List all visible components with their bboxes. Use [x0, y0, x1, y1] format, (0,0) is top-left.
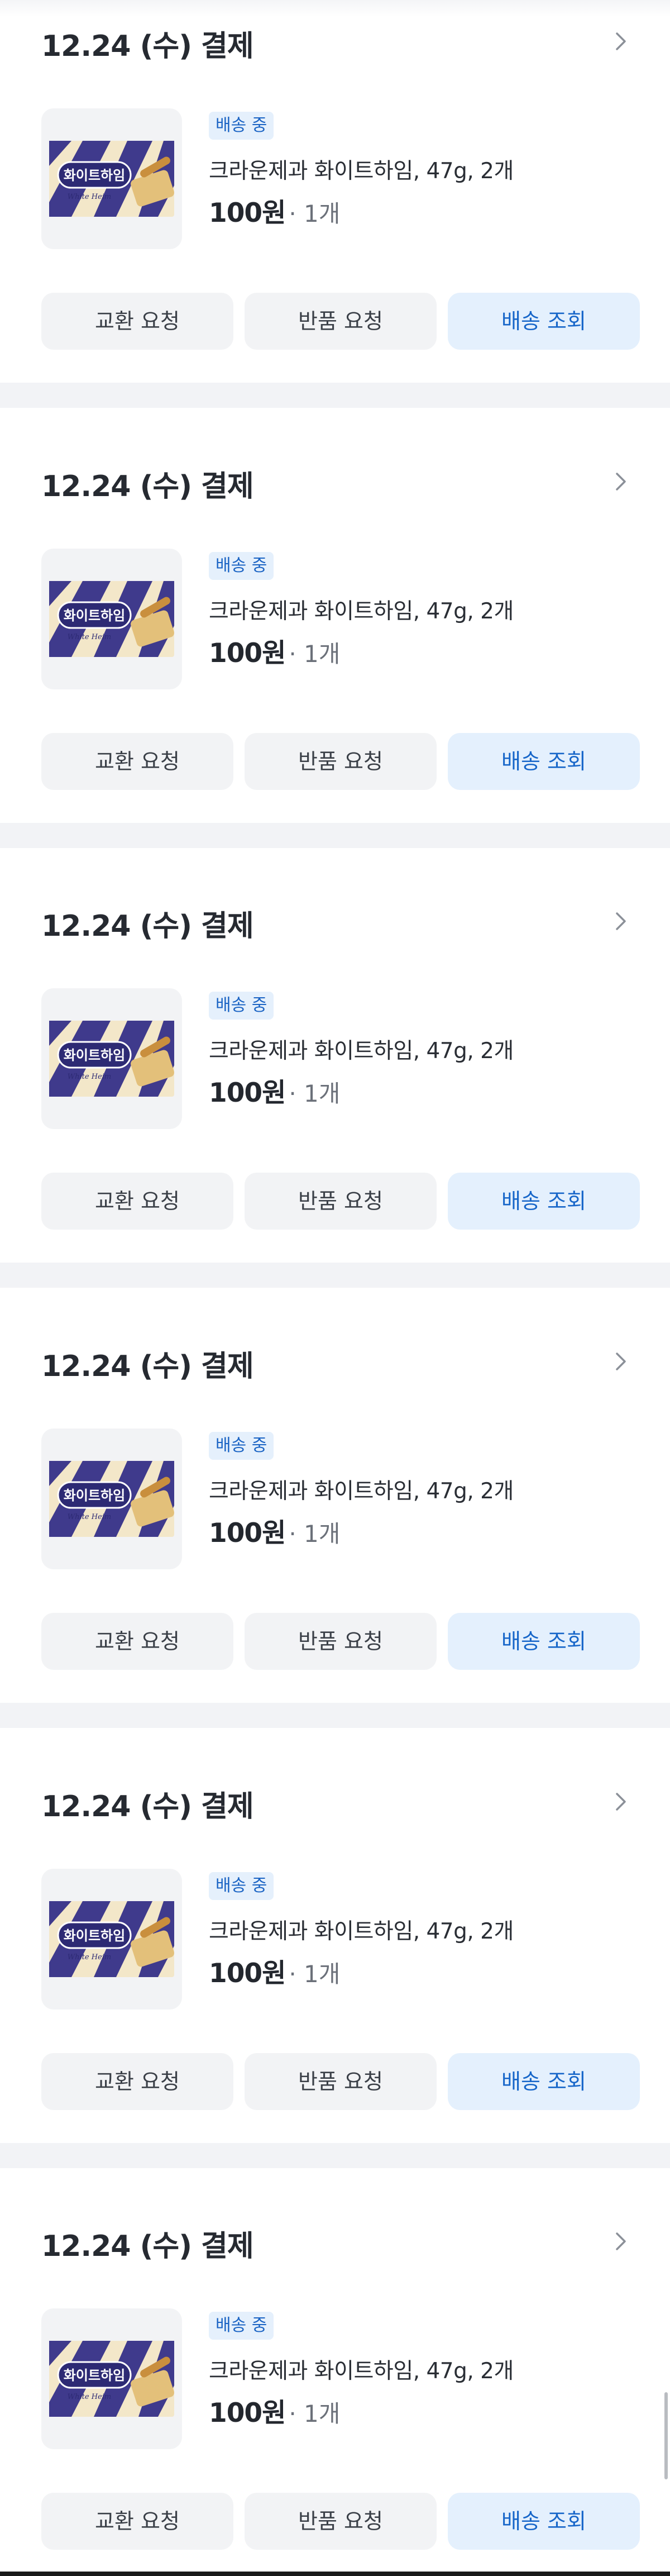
status-badge: 배송 중 — [209, 112, 274, 140]
quantity: · 1개 — [289, 640, 341, 668]
chevron-right-icon[interactable] — [610, 2230, 630, 2253]
svg-text:White Heim: White Heim — [68, 1513, 111, 1521]
section-divider — [0, 383, 670, 408]
status-badge: 배송 중 — [209, 2312, 274, 2340]
track-delivery-button[interactable]: 배송 조회 — [448, 733, 640, 790]
status-badge: 배송 중 — [209, 1872, 274, 1900]
return-request-button[interactable]: 반품 요청 — [245, 1613, 437, 1670]
exchange-request-button[interactable]: 교환 요청 — [41, 733, 233, 790]
wafer-snack-box-icon: 화이트하임 White Heim — [49, 1461, 174, 1537]
track-delivery-button[interactable]: 배송 조회 — [448, 1613, 640, 1670]
section-divider — [0, 823, 670, 848]
order-card: 12.24 (수) 결제 화이트하임 White Heim 배송 중 크라운제과… — [0, 2223, 670, 2576]
price-line: 100원 · 1개 — [209, 1071, 340, 1110]
price: 100원 — [209, 2398, 286, 2429]
chevron-right-icon[interactable] — [610, 470, 630, 493]
chevron-right-icon[interactable] — [610, 30, 630, 53]
package-text: 화이트하임 — [64, 1047, 125, 1063]
order-card: 12.24 (수) 결제 화이트하임 White Heim 배송 중 크라운제과… — [0, 464, 670, 878]
wafer-snack-box-icon: 화이트하임 White Heim — [49, 1901, 174, 1977]
product-name[interactable]: 크라운제과 화이트하임, 47g, 2개 — [209, 594, 514, 625]
track-delivery-button[interactable]: 배송 조회 — [448, 293, 640, 350]
price-line: 100원 · 1개 — [209, 1511, 340, 1550]
exchange-request-button[interactable]: 교환 요청 — [41, 1173, 233, 1230]
product-image[interactable]: 화이트하임 White Heim — [41, 108, 182, 249]
package-text: 화이트하임 — [64, 1488, 125, 1503]
svg-text:White Heim: White Heim — [68, 633, 111, 641]
price-line: 100원 · 1개 — [209, 631, 340, 670]
wafer-snack-box-icon: 화이트하임 White Heim — [49, 581, 174, 657]
wafer-snack-box-icon: 화이트하임 White Heim — [49, 141, 174, 217]
product-image[interactable]: 화이트하임 White Heim — [41, 1869, 182, 2010]
price: 100원 — [209, 1078, 286, 1108]
price: 100원 — [209, 638, 286, 669]
status-badge: 배송 중 — [209, 992, 274, 1020]
exchange-request-button[interactable]: 교환 요청 — [41, 293, 233, 350]
product-name[interactable]: 크라운제과 화이트하임, 47g, 2개 — [209, 2354, 514, 2385]
package-text: 화이트하임 — [64, 608, 125, 623]
price: 100원 — [209, 1958, 286, 1989]
quantity: · 1개 — [289, 1520, 341, 1547]
quantity: · 1개 — [289, 2400, 341, 2427]
order-history-page: 12.24 (수) 결제 화이트하임 White Heim 배송 중 크라운제과… — [0, 0, 670, 2576]
track-delivery-button[interactable]: 배송 조회 — [448, 1173, 640, 1230]
svg-text:White Heim: White Heim — [68, 193, 111, 201]
product-image[interactable]: 화이트하임 White Heim — [41, 988, 182, 1129]
section-divider — [0, 1703, 670, 1728]
scrollbar[interactable] — [664, 2392, 668, 2479]
order-date: 12.24 (수) 결제 — [41, 1790, 254, 1823]
svg-text:White Heim: White Heim — [68, 2393, 111, 2401]
quantity: · 1개 — [289, 1080, 341, 1107]
top-fade — [0, 0, 670, 17]
package-text: 화이트하임 — [64, 168, 125, 183]
wafer-snack-box-icon: 화이트하임 White Heim — [49, 2341, 174, 2417]
product-image[interactable]: 화이트하임 White Heim — [41, 2308, 182, 2449]
package-text: 화이트하임 — [64, 2368, 125, 2383]
wafer-snack-box-icon: 화이트하임 White Heim — [49, 1021, 174, 1097]
bottom-bar — [0, 2572, 670, 2576]
order-card: 12.24 (수) 결제 화이트하임 White Heim 배송 중 크라운제과… — [0, 1784, 670, 2198]
exchange-request-button[interactable]: 교환 요청 — [41, 1613, 233, 1670]
return-request-button[interactable]: 반품 요청 — [245, 2493, 437, 2550]
order-card: 12.24 (수) 결제 화이트하임 White Heim 배송 중 크라운제과… — [0, 23, 670, 438]
svg-text:White Heim: White Heim — [68, 1953, 111, 1961]
exchange-request-button[interactable]: 교환 요청 — [41, 2493, 233, 2550]
track-delivery-button[interactable]: 배송 조회 — [448, 2493, 640, 2550]
order-date: 12.24 (수) 결제 — [41, 910, 254, 943]
section-divider — [0, 1263, 670, 1288]
product-image[interactable]: 화이트하임 White Heim — [41, 1429, 182, 1569]
status-badge: 배송 중 — [209, 1432, 274, 1460]
quantity: · 1개 — [289, 200, 341, 227]
price-line: 100원 · 1개 — [209, 191, 340, 230]
return-request-button[interactable]: 반품 요청 — [245, 1173, 437, 1230]
product-name[interactable]: 크라운제과 화이트하임, 47g, 2개 — [209, 1914, 514, 1945]
product-image[interactable]: 화이트하임 White Heim — [41, 549, 182, 689]
quantity: · 1개 — [289, 1960, 341, 1988]
order-date: 12.24 (수) 결제 — [41, 470, 254, 503]
section-divider — [0, 2143, 670, 2168]
chevron-right-icon[interactable] — [610, 1791, 630, 1813]
svg-text:White Heim: White Heim — [68, 1073, 111, 1081]
return-request-button[interactable]: 반품 요청 — [245, 2053, 437, 2110]
price: 100원 — [209, 1518, 286, 1549]
return-request-button[interactable]: 반품 요청 — [245, 733, 437, 790]
order-date: 12.24 (수) 결제 — [41, 1350, 254, 1383]
return-request-button[interactable]: 반품 요청 — [245, 293, 437, 350]
chevron-right-icon[interactable] — [610, 1350, 630, 1373]
price: 100원 — [209, 198, 286, 228]
exchange-request-button[interactable]: 교환 요청 — [41, 2053, 233, 2110]
chevron-right-icon[interactable] — [610, 910, 630, 932]
price-line: 100원 · 1개 — [209, 1951, 340, 1990]
order-card: 12.24 (수) 결제 화이트하임 White Heim 배송 중 크라운제과… — [0, 1344, 670, 1758]
track-delivery-button[interactable]: 배송 조회 — [448, 2053, 640, 2110]
package-text: 화이트하임 — [64, 1928, 125, 1944]
order-date: 12.24 (수) 결제 — [41, 30, 254, 63]
product-name[interactable]: 크라운제과 화이트하임, 47g, 2개 — [209, 1474, 514, 1505]
product-name[interactable]: 크라운제과 화이트하임, 47g, 2개 — [209, 1034, 514, 1065]
order-card: 12.24 (수) 결제 화이트하임 White Heim 배송 중 크라운제과… — [0, 903, 670, 1318]
price-line: 100원 · 1개 — [209, 2391, 340, 2430]
order-date: 12.24 (수) 결제 — [41, 2230, 254, 2263]
status-badge: 배송 중 — [209, 552, 274, 580]
product-name[interactable]: 크라운제과 화이트하임, 47g, 2개 — [209, 154, 514, 185]
